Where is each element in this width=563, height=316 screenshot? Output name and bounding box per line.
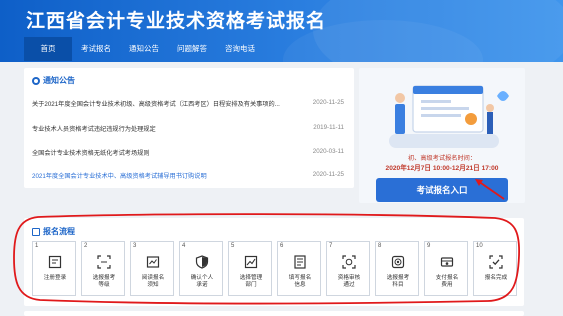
- nav-item-faq[interactable]: 问题解答: [168, 37, 216, 61]
- notice-date: 2020-11-25: [312, 171, 344, 178]
- notice-link[interactable]: 关于2021年度全国会计专业技术初级、高级资格考试（江西考区）日程安排及有关事项…: [32, 99, 280, 108]
- notice-date: 2020-11-25: [312, 99, 344, 106]
- registration-illustration: [389, 85, 509, 148]
- main-nav: 首页 考试报名 通知公告 问题解答 咨询电话: [0, 37, 563, 61]
- notice-item[interactable]: 2021年度全国会计专业技术中、高级资格考试辅导用书订购说明 2020-11-2…: [32, 171, 344, 183]
- notice-card: 通知公告 关于2021年度全国会计专业技术初级、高级资格考试（江西考区）日程安排…: [24, 68, 354, 188]
- notice-date: 2020-03-11: [312, 148, 344, 155]
- nav-item-registration[interactable]: 考试报名: [72, 37, 120, 61]
- notice-link[interactable]: 全国会计专业技术资格无纸化考试考场规则: [32, 148, 150, 157]
- notice-item[interactable]: 全国会计专业技术资格无纸化考试考场规则 2020-03-11: [32, 148, 344, 160]
- nav-item-hotline[interactable]: 咨询电话: [216, 37, 264, 61]
- notice-item[interactable]: 关于2021年度全国会计专业技术初级、高级资格考试（江西考区）日程安排及有关事项…: [32, 99, 344, 111]
- site-title: 江西省会计专业技术资格考试报名: [26, 11, 327, 32]
- nav-item-home[interactable]: 首页: [24, 37, 72, 61]
- notice-title: 通知公告: [32, 75, 75, 86]
- bullhorn-icon: [32, 76, 40, 85]
- annotation-circle: [13, 213, 520, 305]
- site-header: 江西省会计专业技术资格考试报名 首页 考试报名 通知公告 问题解答 咨询电话: [0, 0, 563, 62]
- nav-item-notices[interactable]: 通知公告: [120, 37, 168, 61]
- notice-link[interactable]: 专业技术人员资格考试违纪违规行为处理规定: [32, 124, 156, 133]
- notice-date: 2019-11-11: [313, 124, 344, 131]
- next-card-edge: [24, 311, 524, 316]
- registration-period: 2020年12月7日 10:00-12月21日 17:00: [385, 165, 499, 172]
- registration-period-label: 初、高级考试报名时间：: [407, 155, 477, 162]
- notice-item[interactable]: 专业技术人员资格考试违纪违规行为处理规定 2019-11-11: [32, 124, 344, 136]
- notice-link[interactable]: 2021年度全国会计专业技术中、高级资格考试辅导用书订购说明: [32, 171, 207, 180]
- annotation-arrow: [475, 179, 505, 200]
